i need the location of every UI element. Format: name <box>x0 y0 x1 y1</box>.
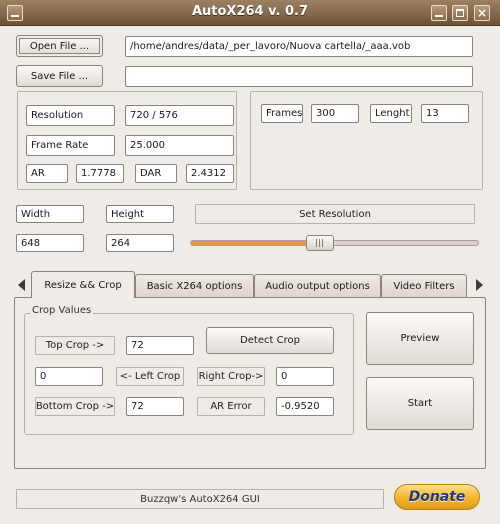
height-label: Height <box>106 205 174 223</box>
start-button[interactable]: Start <box>366 377 474 430</box>
maximize-icon[interactable] <box>452 5 468 21</box>
tab-basic-x264-options[interactable]: Basic X264 options <box>135 274 254 297</box>
length-value[interactable]: 13 <box>421 104 469 123</box>
ar-error-label: AR Error <box>197 397 265 416</box>
ar-value[interactable]: 1.7778 <box>76 164 124 183</box>
detect-crop-button[interactable]: Detect Crop <box>206 327 334 354</box>
tab-scroll-left-icon[interactable] <box>18 279 25 291</box>
set-resolution-button[interactable]: Set Resolution <box>195 204 475 224</box>
width-input[interactable]: 648 <box>16 234 84 252</box>
right-crop-label: Right Crop-> <box>197 367 265 386</box>
length-label: Lenght <box>370 104 412 123</box>
open-file-button[interactable]: Open File ... <box>16 35 103 57</box>
tab-scroll-right-icon[interactable] <box>476 279 483 291</box>
left-crop-label: <- Left Crop <box>116 367 184 386</box>
top-crop-input[interactable]: 72 <box>126 336 194 355</box>
ar-label: AR <box>26 164 68 183</box>
tab-video-filters[interactable]: Video Filters <box>381 274 467 297</box>
window-title: AutoX264 v. 0.7 <box>191 4 309 19</box>
left-crop-input[interactable]: 0 <box>35 367 103 386</box>
close-icon[interactable]: × <box>474 5 490 21</box>
minimize-icon[interactable] <box>431 5 447 21</box>
frames-value[interactable]: 300 <box>311 104 359 123</box>
dar-value[interactable]: 2.4312 <box>186 164 234 183</box>
save-file-path-field[interactable] <box>125 66 473 87</box>
right-crop-input[interactable]: 0 <box>276 367 334 386</box>
height-input[interactable]: 264 <box>106 234 174 252</box>
resolution-value[interactable]: 720 / 576 <box>125 105 234 126</box>
status-bar: Buzzqw's AutoX264 GUI <box>16 489 384 509</box>
frames-label: Frames <box>261 104 303 123</box>
dar-label: DAR <box>135 164 177 183</box>
save-file-button[interactable]: Save File ... <box>16 65 103 87</box>
tab-audio-output-options[interactable]: Audio output options <box>254 274 381 297</box>
width-label: Width <box>16 205 84 223</box>
bottom-crop-label: Bottom Crop -> <box>35 397 115 416</box>
tab-resize-crop[interactable]: Resize && Crop <box>31 271 135 298</box>
top-crop-label: Top Crop -> <box>35 336 115 355</box>
frame-rate-label: Frame Rate <box>26 135 115 156</box>
resolution-slider-fill <box>191 241 321 245</box>
resolution-slider-handle[interactable] <box>306 235 335 251</box>
resolution-slider-track[interactable] <box>190 240 479 246</box>
donate-button[interactable]: Donate <box>394 484 480 510</box>
ar-error-value[interactable]: -0.9520 <box>276 397 334 416</box>
title-bar: AutoX264 v. 0.7 × <box>0 0 500 26</box>
frame-rate-value[interactable]: 25.000 <box>125 135 234 156</box>
preview-button[interactable]: Preview <box>366 312 474 365</box>
bottom-crop-input[interactable]: 72 <box>126 397 184 416</box>
resolution-label: Resolution <box>26 105 115 126</box>
open-file-path-field[interactable]: /home/andres/data/_per_lavoro/Nuova cart… <box>125 36 473 57</box>
crop-values-title: Crop Values <box>30 305 94 316</box>
